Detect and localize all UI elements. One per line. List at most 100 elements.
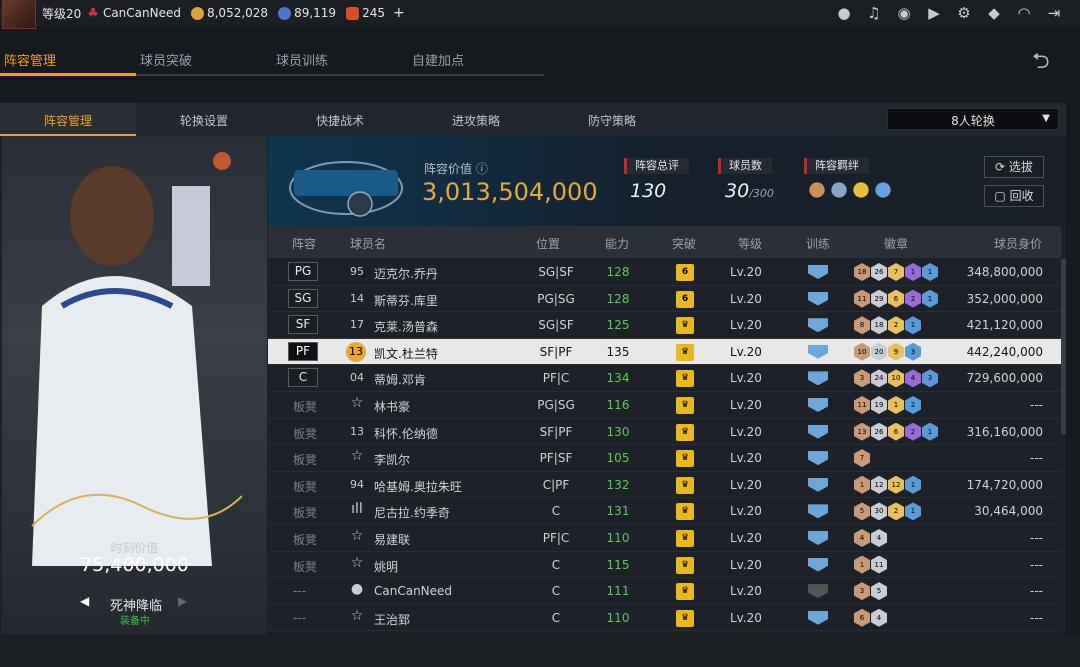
table-row[interactable]: 板凳 13 科怀.伦纳德 SF|PF 130 ♛ Lv.20 13 26 6 2 1 316,160,0… <box>268 419 1061 446</box>
select-button[interactable]: ⟳ 选拔 <box>984 156 1044 178</box>
bond-icon[interactable] <box>809 182 825 198</box>
friends-icon[interactable]: ◉ <box>894 3 914 23</box>
breakthrough-icon[interactable]: 6 <box>676 264 694 281</box>
tab-lineup[interactable]: 阵容管理 <box>0 44 136 76</box>
player-card[interactable]: 时刻价值 75,400,000 ◀ 死神降临 ▶ 装备中 <box>2 136 267 634</box>
training-icon[interactable] <box>808 477 828 492</box>
training-icon[interactable] <box>808 451 828 466</box>
breakthrough-icon[interactable]: ♛ <box>676 556 694 574</box>
arrow-right-icon[interactable]: ▶ <box>178 594 187 608</box>
breakthrough-icon[interactable]: ♛ <box>676 423 694 441</box>
badges[interactable]: 5 30 2 1 <box>854 502 921 521</box>
breakthrough-icon[interactable]: ♛ <box>676 476 694 494</box>
bond-label: 阵容羁绊 <box>804 158 869 174</box>
tab-defense[interactable]: 防守策略 <box>544 103 680 136</box>
training-icon[interactable] <box>808 371 828 386</box>
add-currency-button[interactable]: + <box>393 5 405 21</box>
badges[interactable]: 11 29 6 2 1 <box>854 289 938 308</box>
badges[interactable]: 18 26 7 1 1 <box>854 263 938 281</box>
jersey-number: 95 <box>350 265 364 278</box>
training-icon[interactable] <box>808 318 828 333</box>
arrow-left-icon[interactable]: ◀ <box>80 594 89 608</box>
breakthrough-icon[interactable]: ♛ <box>676 583 694 601</box>
badges[interactable]: 1 12 12 1 <box>854 475 921 494</box>
breakthrough-icon[interactable]: ♛ <box>676 343 694 361</box>
tab-quick-tactics[interactable]: 快捷战术 <box>272 103 408 136</box>
exit-icon[interactable]: ⇥ <box>1044 3 1064 23</box>
table-row[interactable]: PG 95 迈克尔.乔丹 SG|SF 128 6 Lv.20 18 26 7 1 1 348,800,0… <box>268 259 1061 286</box>
table-row[interactable]: SF 17 克莱.汤普森 SG|SF 125 ♛ Lv.20 8 18 2 1 421,120,000 <box>268 312 1061 339</box>
player-ability: 111 <box>606 584 630 599</box>
breakthrough-icon[interactable]: 6 <box>676 290 694 308</box>
bond-icon[interactable] <box>831 182 847 198</box>
badges[interactable]: 3 24 10 4 3 <box>854 369 938 388</box>
shield-icon[interactable]: ◆ <box>984 3 1004 23</box>
training-icon[interactable] <box>808 557 828 572</box>
badges[interactable]: 10 20 9 3 <box>854 342 921 361</box>
badges[interactable]: 13 26 6 2 1 <box>854 422 938 441</box>
tab-offense[interactable]: 进攻策略 <box>408 103 544 136</box>
player-position: SG|SF <box>538 318 574 333</box>
bond-icons[interactable] <box>808 182 892 198</box>
help-icon[interactable]: ⓘ <box>476 162 488 176</box>
player-ability: 130 <box>606 424 630 439</box>
badge-icon: 29 <box>871 289 887 308</box>
training-icon[interactable] <box>808 504 828 519</box>
table-row[interactable]: 板凳 94 哈基姆.奥拉朱旺 C|PF 132 ♛ Lv.20 1 12 12 1 174,720,0… <box>268 472 1061 499</box>
training-icon[interactable] <box>808 424 828 439</box>
table-row[interactable]: 板凳 ☆ 李凯尔 PF|SF 105 ♛ Lv.20 7 --- <box>268 445 1061 472</box>
breakthrough-icon[interactable]: ♛ <box>676 609 694 627</box>
player-ability: 125 <box>606 318 630 333</box>
bell-icon[interactable]: ♫ <box>864 3 884 23</box>
training-icon[interactable] <box>808 291 828 306</box>
table-row[interactable]: C 04 蒂姆.邓肯 PF|C 134 ♛ Lv.20 3 24 10 4 3 729,600,000 <box>268 365 1061 392</box>
tab-breakthrough[interactable]: 球员突破 <box>136 44 272 76</box>
headset-icon[interactable]: ◠ <box>1014 3 1034 23</box>
training-icon[interactable] <box>808 584 828 599</box>
tab-lineup-manage[interactable]: 阵容管理 <box>0 103 136 136</box>
breakthrough-icon[interactable]: ♛ <box>676 450 694 468</box>
training-icon[interactable] <box>808 530 828 545</box>
badge-icon: 18 <box>854 263 870 281</box>
badges[interactable]: 8 18 2 1 <box>854 316 921 335</box>
tab-training[interactable]: 球员训练 <box>272 44 408 76</box>
badges[interactable]: 1 11 <box>854 555 887 574</box>
badges[interactable]: 35 <box>854 582 887 601</box>
table-row[interactable]: PF 13 凯文.杜兰特 SF|PF 135 ♛ Lv.20 10 20 9 3 442,240,00… <box>268 338 1061 366</box>
gear-icon[interactable]: ⚙ <box>954 3 974 23</box>
slot-label: 板凳 <box>293 399 318 414</box>
breakthrough-icon[interactable]: ♛ <box>676 317 694 335</box>
table-row[interactable]: 板凳 ☆ 林书豪 PG|SG 116 ♛ Lv.20 11 19 1 2 --- <box>268 392 1061 419</box>
badges[interactable]: 44 <box>854 528 887 547</box>
avatar[interactable] <box>2 0 36 29</box>
table-row[interactable]: --- ● CanCanNeed C 111 ♛ Lv.20 3 5 --- <box>268 578 1061 605</box>
breakthrough-icon[interactable]: ♛ <box>676 529 694 547</box>
bond-icon[interactable] <box>875 182 891 198</box>
tab-custom-points[interactable]: 自建加点 <box>408 44 544 76</box>
person-icon[interactable]: ● <box>834 3 854 23</box>
badges[interactable]: 11 19 1 2 <box>854 395 921 414</box>
table-row[interactable]: SG 14 斯蒂芬.库里 PG|SG 128 6 Lv.20 11 29 6 2 1 352,000,0… <box>268 286 1061 313</box>
back-button[interactable]: ⮌ <box>1032 44 1066 74</box>
bond-icon[interactable] <box>853 182 869 198</box>
scrollbar[interactable] <box>1061 259 1066 434</box>
table-row[interactable]: 板凳 ☆ 易建联 PF|C 110 ♛ Lv.20 4 4 --- <box>268 525 1061 552</box>
breakthrough-icon[interactable]: ♛ <box>676 503 694 521</box>
training-icon[interactable] <box>808 265 828 279</box>
recycle-button[interactable]: ▢ 回收 <box>984 185 1044 207</box>
breakthrough-icon[interactable]: ♛ <box>676 370 694 388</box>
tab-rotation[interactable]: 轮换设置 <box>136 103 272 136</box>
video-icon[interactable]: ▶ <box>924 3 944 23</box>
table-row[interactable]: 板凳 ıll 尼古拉.约季奇 C 131 ♛ Lv.20 5 30 2 1 30,464,000 <box>268 498 1061 525</box>
training-icon[interactable] <box>808 610 828 625</box>
training-icon[interactable] <box>808 397 828 412</box>
breakthrough-icon[interactable]: ♛ <box>676 396 694 414</box>
training-icon[interactable] <box>808 344 828 359</box>
slot-label: 板凳 <box>293 506 318 521</box>
table-row[interactable]: --- ☆ 王治郅 C 110 ♛ Lv.20 6 4 --- <box>268 605 1061 632</box>
badge-icon: 1 <box>905 316 921 335</box>
badges[interactable]: 64 <box>854 608 887 627</box>
badges[interactable]: 7 <box>854 449 870 468</box>
rotation-select[interactable]: 8人轮换 ▼ <box>887 108 1059 130</box>
table-row[interactable]: 板凳 ☆ 姚明 C 115 ♛ Lv.20 1 11 --- <box>268 552 1061 579</box>
